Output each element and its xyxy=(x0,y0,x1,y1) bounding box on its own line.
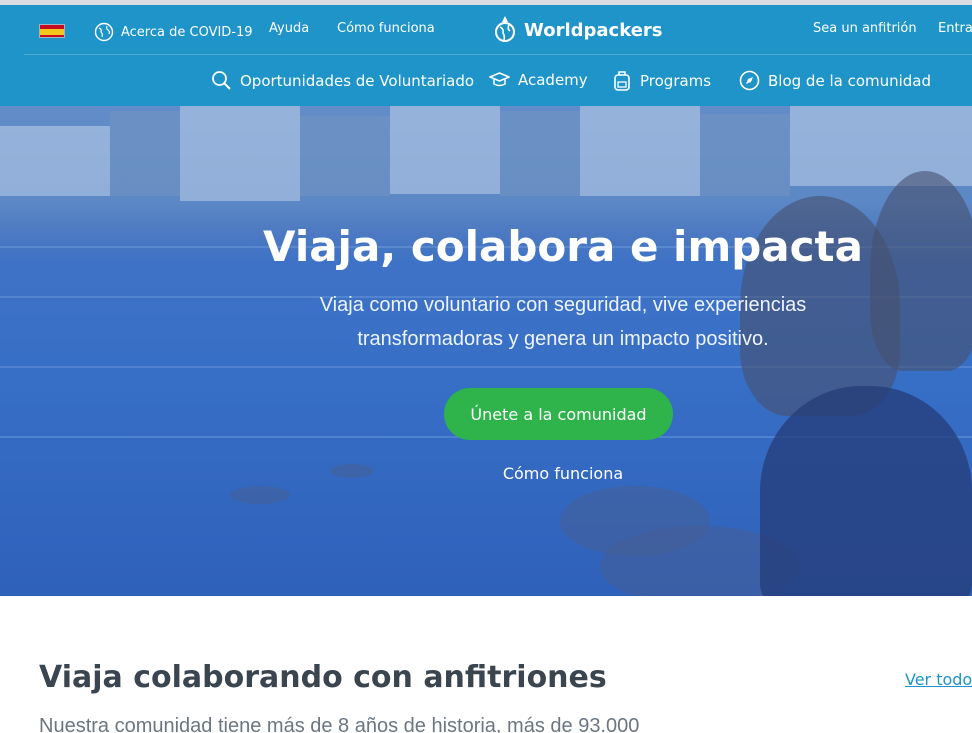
how-it-works-hero-link[interactable]: Cómo funciona xyxy=(444,464,682,483)
spain-flag-icon[interactable] xyxy=(39,24,65,38)
hosts-section-title: Viaja colaborando con anfitriones xyxy=(39,660,607,695)
backpack-icon xyxy=(614,71,630,91)
become-host-label: Sea un anfitrión xyxy=(813,21,917,36)
worldpackers-logo-icon xyxy=(495,16,515,42)
nav-academy[interactable]: Academy xyxy=(489,70,588,90)
how-it-works-top-link[interactable]: Cómo funciona xyxy=(337,21,435,36)
graduation-cap-icon xyxy=(489,72,510,87)
nav-volunteer-label: Oportunidades de Voluntariado xyxy=(240,71,475,90)
globe-icon xyxy=(94,22,114,42)
nav-programs[interactable]: Programs xyxy=(612,70,711,92)
compass-icon xyxy=(739,70,760,91)
nav-programs-label: Programs xyxy=(640,72,712,90)
covid-info-link[interactable]: Acerca de COVID-19 xyxy=(94,22,253,42)
covid-link-label: Acerca de COVID-19 xyxy=(121,24,253,40)
site-header: Acerca de COVID-19 Ayuda Cómo funciona W… xyxy=(0,5,972,106)
login-link[interactable]: Entrar xyxy=(938,21,972,36)
hero-subtitle-line-2: transformadoras y genera un impacto posi… xyxy=(357,328,769,350)
hero-subtitle-line-1: Viaja como voluntario con seguridad, viv… xyxy=(319,294,807,316)
how-it-works-top-label: Cómo funciona xyxy=(337,21,435,36)
login-label: Entrar xyxy=(938,21,972,36)
nav-community-blog[interactable]: Blog de la comunidad xyxy=(739,70,931,91)
header-divider xyxy=(24,54,972,55)
nav-academy-label: Academy xyxy=(518,71,588,89)
brand-logo[interactable]: Worldpackers xyxy=(494,15,663,45)
search-icon xyxy=(212,71,231,90)
join-community-button[interactable]: Únete a la comunidad xyxy=(444,388,673,440)
nav-blog-label: Blog de la comunidad xyxy=(768,71,932,90)
hero-banner xyxy=(0,106,972,596)
hosts-section-subtitle: Nuestra comunidad tiene más de 8 años de… xyxy=(39,715,640,733)
brand-name: Worldpackers xyxy=(524,19,663,41)
hero-title: Viaja, colabora e impacta xyxy=(263,222,863,271)
become-host-link[interactable]: Sea un anfitrión xyxy=(813,21,917,36)
nav-volunteer-opportunities[interactable]: Oportunidades de Voluntariado xyxy=(211,70,474,91)
see-all-link[interactable]: Ver todos xyxy=(905,670,972,689)
help-link-label: Ayuda xyxy=(269,21,310,36)
help-link[interactable]: Ayuda xyxy=(269,21,309,36)
